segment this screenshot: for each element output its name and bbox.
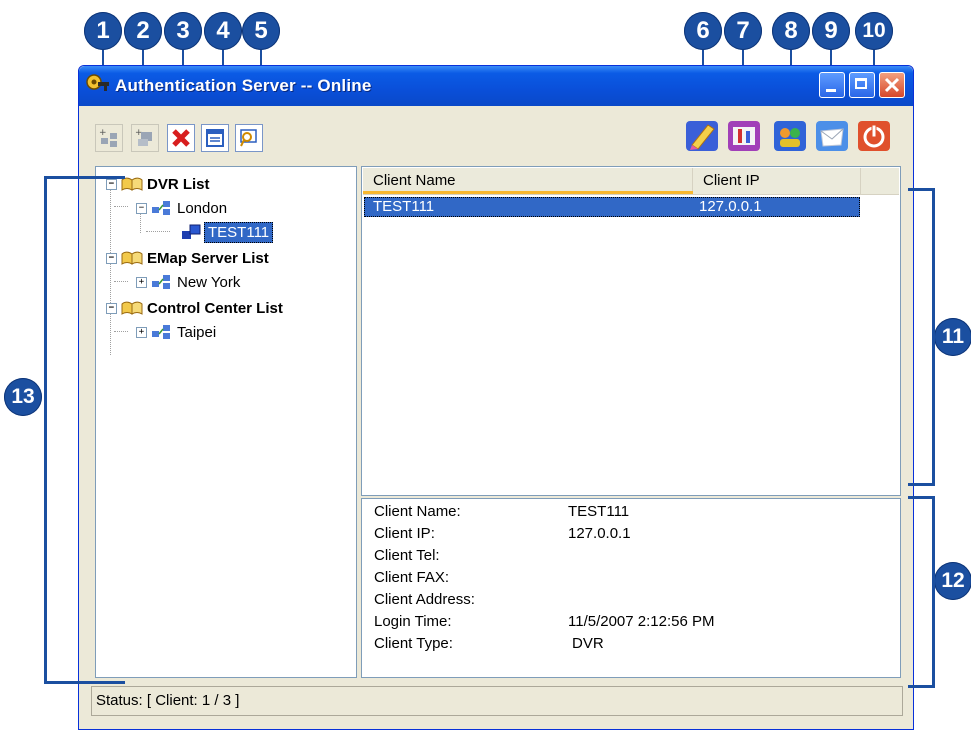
callout-11: 11 (934, 318, 971, 356)
detail-value: 127.0.0.1 (568, 525, 631, 542)
callout-10: 10 (855, 12, 893, 50)
window-title: Authentication Server -- Online (115, 76, 372, 95)
mail-icon (816, 121, 848, 151)
network-icon (152, 325, 170, 339)
callout-1: 1 (84, 12, 122, 50)
tree-label: New York (177, 273, 241, 291)
network-icon (152, 275, 170, 289)
edit-button[interactable] (683, 118, 721, 154)
column-header-client-ip[interactable]: Client IP (693, 168, 861, 194)
cell-client-name: TEST111 (373, 198, 435, 215)
app-window: Authentication Server -- Online + + − DV… (78, 65, 914, 730)
callout-3: 3 (164, 12, 202, 50)
tools-button[interactable] (725, 118, 763, 154)
tree-label: Taipei (177, 323, 217, 341)
add-client-button[interactable]: + (95, 124, 123, 152)
detail-label: Login Time: (374, 613, 452, 630)
detail-value: 11/5/2007 2:12:56 PM (568, 613, 715, 630)
tree-node-emap-server-list[interactable]: − EMap Server List (106, 247, 269, 269)
detail-label: Client Tel: (374, 547, 440, 564)
client-tree-panel[interactable]: − DVR List − London TEST111 − EMap Serve… (95, 166, 357, 678)
svg-text:+: + (99, 128, 107, 138)
detail-value: TEST111 (568, 503, 630, 520)
mail-button[interactable] (813, 118, 851, 154)
callout-8: 8 (772, 12, 810, 50)
callout-6: 6 (684, 12, 722, 50)
client-list-panel[interactable]: Client Name Client IP TEST111 127.0.0.1 (361, 166, 901, 496)
add-group-button[interactable]: + (131, 124, 159, 152)
tree-label: DVR List (147, 175, 210, 193)
title-bar[interactable]: Authentication Server -- Online (79, 66, 913, 106)
detail-label: Client Name: (374, 503, 461, 520)
users-button[interactable] (771, 118, 809, 154)
app-icon (85, 72, 111, 96)
callout-9: 9 (812, 12, 850, 50)
maximize-button[interactable] (849, 72, 875, 98)
cell-client-ip: 127.0.0.1 (699, 198, 762, 215)
delete-button[interactable] (167, 124, 195, 152)
expand-icon[interactable]: + (136, 326, 147, 338)
computer-icon (182, 224, 201, 239)
callout-bracket (908, 188, 935, 486)
tree-node-test111[interactable]: TEST111 (180, 221, 274, 243)
tools-icon (728, 121, 760, 151)
minimize-button[interactable] (819, 72, 845, 98)
power-icon (858, 121, 890, 151)
callout-12: 12 (934, 562, 971, 600)
shutdown-button[interactable] (855, 118, 893, 154)
detail-value: DVR (572, 635, 604, 652)
table-row[interactable]: TEST111 127.0.0.1 (364, 197, 860, 217)
detail-label: Client Address: (374, 591, 475, 608)
properties-button[interactable] (201, 124, 229, 152)
edit-icon (686, 121, 718, 151)
callout-bracket (44, 176, 125, 684)
find-icon (240, 129, 257, 147)
client-detail-panel: Client Name: TEST111 Client IP: 127.0.0.… (361, 498, 901, 678)
tree-label: EMap Server List (147, 249, 269, 267)
collapse-icon[interactable]: − (136, 202, 147, 214)
callout-5: 5 (242, 12, 280, 50)
search-button[interactable] (235, 124, 263, 152)
tree-node-new-york[interactable]: + New York (136, 271, 240, 293)
tree-label: London (177, 199, 228, 217)
add-network-icon: + (99, 128, 117, 147)
callout-13: 13 (4, 378, 42, 416)
tree-node-taipei[interactable]: + Taipei (136, 321, 216, 343)
list-header: Client Name Client IP (363, 168, 899, 195)
add-computer-icon: + (135, 128, 152, 146)
detail-label: Client Type: (374, 635, 453, 652)
detail-label: Client IP: (374, 525, 435, 542)
expand-icon[interactable]: + (136, 276, 147, 288)
close-button[interactable] (879, 72, 905, 98)
network-icon (152, 201, 170, 215)
detail-label: Client FAX: (374, 569, 450, 586)
callout-bracket (908, 496, 935, 688)
callout-7: 7 (724, 12, 762, 50)
tree-label-selected: TEST111 (204, 221, 274, 243)
tree-node-control-center-list[interactable]: − Control Center List (106, 297, 283, 319)
users-icon (774, 121, 806, 151)
callout-2: 2 (124, 12, 162, 50)
tree-node-london[interactable]: − London (136, 197, 227, 219)
delete-icon (172, 129, 190, 147)
tree-label: Control Center List (147, 299, 283, 317)
status-bar: Status: [ Client: 1 / 3 ] (91, 686, 903, 716)
document-icon (206, 129, 224, 147)
callout-4: 4 (204, 12, 242, 50)
